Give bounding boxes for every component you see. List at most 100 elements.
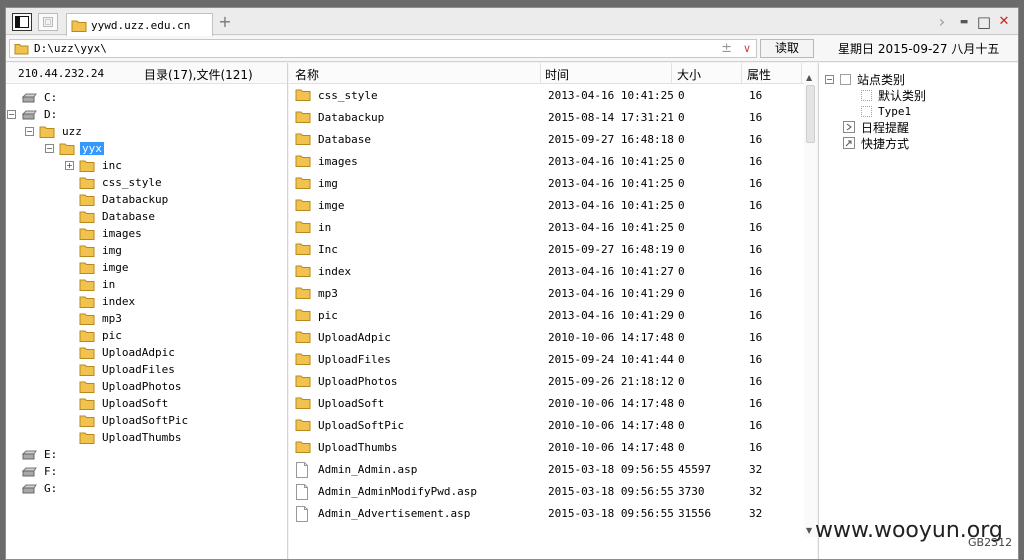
file-row[interactable]: Inc 2015-09-27 16:48:19 0 16 [289,239,801,261]
file-attr: 16 [749,177,763,190]
folder-icon [295,286,311,302]
file-row[interactable]: img 2013-04-16 10:41:25 0 16 [289,173,801,195]
collapse-icon[interactable]: − [7,110,16,119]
file-row[interactable]: UploadSoft 2010-10-06 14:17:48 0 16 [289,393,801,415]
tree-folder[interactable]: − uzz [25,123,84,140]
forward-icon[interactable]: › [934,14,950,30]
tree-folder[interactable]: in [79,276,117,293]
file-name: Databackup [318,111,385,124]
inactive-tab-button[interactable] [38,13,58,31]
file-row[interactable]: mp3 2013-04-16 10:41:29 0 16 [289,283,801,305]
file-row[interactable]: UploadPhotos 2015-09-26 21:18:12 0 16 [289,371,801,393]
tree-folder[interactable]: UploadAdpic [79,344,177,361]
tree-folder[interactable]: + inc [65,157,124,174]
tree-drive[interactable]: G: [21,480,59,497]
tree-drive[interactable]: F: [21,463,59,480]
column-time[interactable]: 时间 [545,66,569,83]
tree-folder[interactable]: UploadSoftPic [79,412,190,429]
file-name: UploadPhotos [318,375,398,388]
tree-folder[interactable]: Databackup [79,191,170,208]
file-row[interactable]: Admin_Advertisement.asp 2015-03-18 09:56:… [289,503,801,525]
tree-folder[interactable]: UploadThumbs [79,429,183,446]
encoding-label: GB2312 [968,536,1013,549]
type1-node[interactable]: Type1 [861,103,911,119]
file-row[interactable]: Admin_AdminModifyPwd.asp 2015-03-18 09:56… [289,481,801,503]
shortcut-node[interactable]: 快捷方式 [843,135,909,151]
column-divider[interactable] [801,63,802,83]
maximize-button[interactable]: □ [976,14,992,30]
new-tab-button[interactable]: + [217,14,233,30]
scroll-down-icon[interactable]: ▼ [806,526,812,535]
type1-label: Type1 [878,104,912,118]
read-button[interactable]: 读取 [760,39,814,58]
default-category-node[interactable]: 默认类别 [861,87,926,103]
file-time: 2013-04-16 10:41:25 [548,155,674,168]
default-category-label: 默认类别 [878,88,927,103]
tree-label: inc [102,159,122,172]
minimize-button[interactable]: ▬ [956,14,972,30]
clock-icon [843,121,855,133]
vertical-scrollbar[interactable]: ▲ ▼ [804,71,817,537]
collapse-icon[interactable]: − [25,127,34,136]
file-row[interactable]: UploadAdpic 2010-10-06 14:17:48 0 16 [289,327,801,349]
tree-folder[interactable]: UploadPhotos [79,378,183,395]
folder-icon [295,330,311,346]
file-row[interactable]: UploadThumbs 2010-10-06 14:17:48 0 16 [289,437,801,459]
scrollbar-thumb[interactable] [806,85,815,143]
column-name[interactable]: 名称 [295,66,319,83]
file-row[interactable]: images 2013-04-16 10:41:25 0 16 [289,151,801,173]
sidebar-toggle-button[interactable] [12,13,32,31]
file-size: 0 [678,353,685,366]
tree-folder[interactable]: Database [79,208,157,225]
tree-label: uzz [62,125,82,138]
site-category-label: 站点类别 [857,72,906,87]
tree-folder[interactable]: UploadSoft [79,395,170,412]
file-row[interactable]: pic 2013-04-16 10:41:29 0 16 [289,305,801,327]
tree-folder[interactable]: − yyx [45,140,104,157]
column-divider[interactable] [540,63,541,83]
folder-icon [295,418,311,434]
file-name: imge [318,199,345,212]
file-row[interactable]: UploadFiles 2015-09-24 10:41:44 0 16 [289,349,801,371]
tree-folder[interactable]: mp3 [79,310,124,327]
tab-active[interactable]: yywd.uzz.edu.cn [66,13,213,36]
chevron-down-icon[interactable]: ∨ [743,40,751,57]
tree-folder[interactable]: imge [79,259,131,276]
collapse-icon[interactable]: − [45,144,54,153]
file-row[interactable]: imge 2013-04-16 10:41:25 0 16 [289,195,801,217]
address-input[interactable]: D:\uzz\yyx\ ± ∨ [9,39,757,58]
file-row[interactable]: in 2013-04-16 10:41:25 0 16 [289,217,801,239]
column-attr[interactable]: 属性 [747,66,771,83]
file-row[interactable]: UploadSoftPic 2010-10-06 14:17:48 0 16 [289,415,801,437]
file-row[interactable]: index 2013-04-16 10:41:27 0 16 [289,261,801,283]
file-size: 0 [678,287,685,300]
category-icon [840,73,851,85]
reminder-node[interactable]: 日程提醒 [843,119,909,135]
column-size[interactable]: 大小 [677,66,701,83]
file-size: 31556 [678,507,712,520]
column-divider[interactable] [741,63,742,83]
scroll-up-icon[interactable]: ▲ [806,73,812,82]
tree-folder[interactable]: img [79,242,124,259]
tree-folder[interactable]: index [79,293,137,310]
file-time: 2015-08-14 17:31:21 [548,111,674,124]
tree-folder[interactable]: images [79,225,144,242]
file-row[interactable]: Admin_Admin.asp 2015-03-18 09:56:55 45597 3… [289,459,801,481]
tree-drive[interactable]: E: [21,446,59,463]
tree-drive[interactable]: C: [21,89,59,106]
column-divider[interactable] [671,63,672,83]
bookmark-add-icon[interactable]: ± [721,40,732,57]
tree-folder[interactable]: UploadFiles [79,361,177,378]
file-row[interactable]: css_style 2013-04-16 10:41:25 0 16 [289,85,801,107]
expand-icon[interactable]: + [65,161,74,170]
tree-folder[interactable]: pic [79,327,124,344]
collapse-icon[interactable]: − [825,74,834,84]
file-name: Admin_AdminModifyPwd.asp [318,485,477,498]
tree-drive[interactable]: − D: [7,106,59,123]
file-row[interactable]: Database 2015-09-27 16:48:18 0 16 [289,129,801,151]
site-category-node[interactable]: − 站点类别 [825,71,905,87]
file-size: 0 [678,133,685,146]
file-row[interactable]: Databackup 2015-08-14 17:31:21 0 16 [289,107,801,129]
close-button[interactable]: ✕ [996,14,1012,30]
tree-folder[interactable]: css_style [79,174,164,191]
